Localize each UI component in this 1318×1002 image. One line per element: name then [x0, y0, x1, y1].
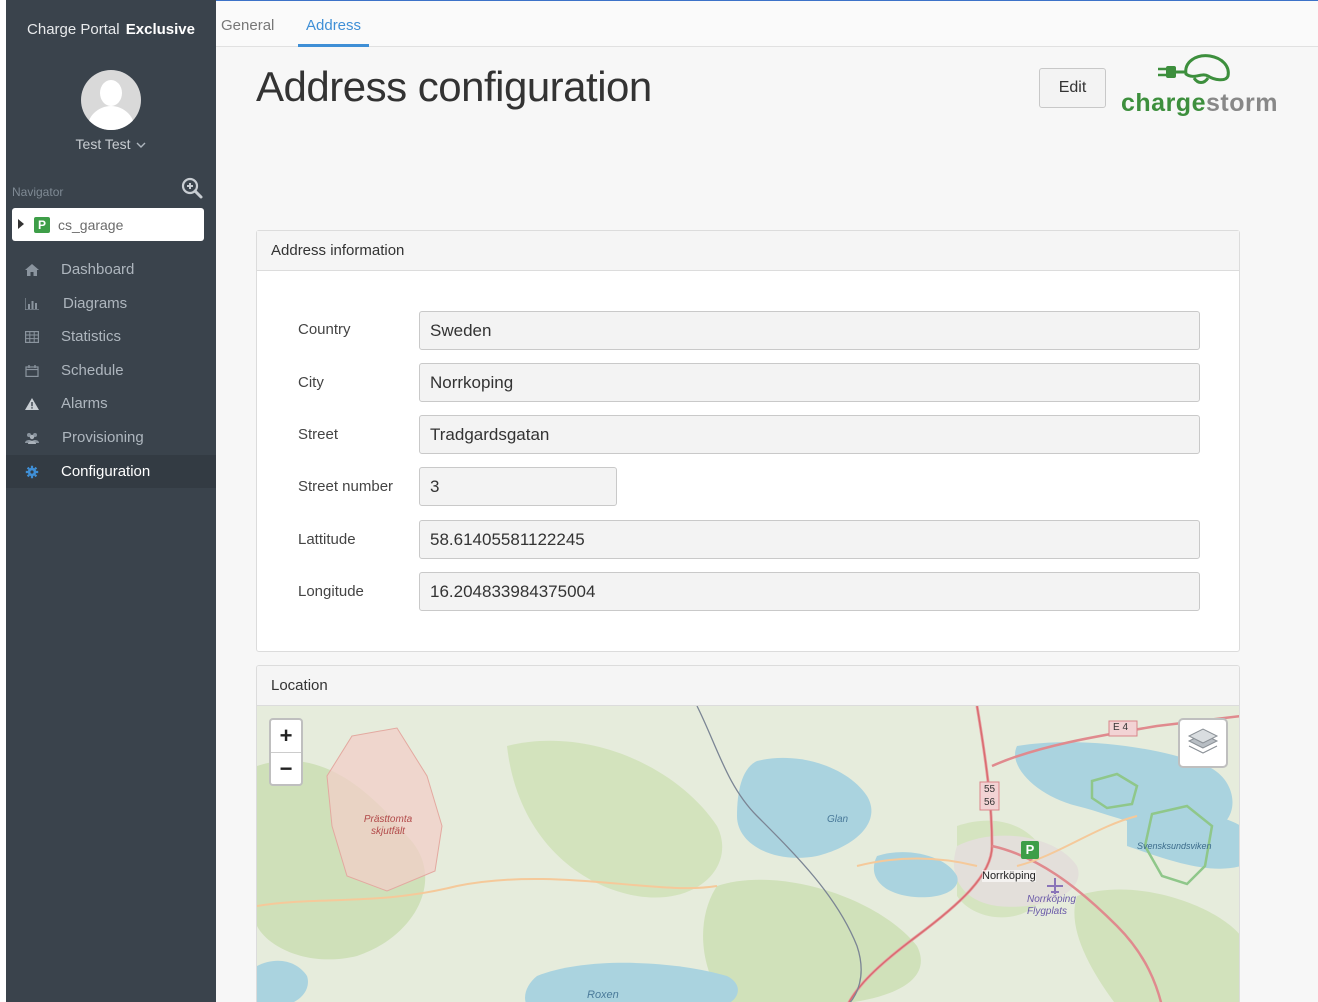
latitude-field[interactable] — [419, 520, 1200, 559]
sidebar-item-schedule[interactable]: Schedule — [6, 354, 216, 388]
map-label-bay: Svensksundsviken — [1137, 841, 1212, 851]
map-tiles — [257, 706, 1239, 1002]
map-zoom-out-button[interactable]: − — [271, 752, 301, 784]
road-shield-e4: E 4 — [1113, 722, 1129, 733]
warning-icon — [25, 398, 39, 411]
sidebar-item-label: Schedule — [61, 361, 124, 379]
sidebar-item-label: Alarms — [61, 395, 108, 413]
street-field[interactable] — [419, 415, 1200, 454]
plug-car-icon — [1158, 54, 1230, 84]
users-icon — [25, 432, 39, 444]
city-label: City — [298, 374, 324, 391]
country-field[interactable] — [419, 311, 1200, 350]
user-name: Test Test — [75, 136, 131, 152]
sidebar-item-label: Configuration — [61, 462, 151, 480]
home-icon — [25, 264, 39, 276]
logo-text-storm: storm — [1205, 89, 1278, 117]
tab-bar: General Address — [216, 0, 1318, 47]
address-information-panel: Address information Country City Street … — [256, 230, 1240, 652]
sidebar-item-configuration[interactable]: Configuration — [6, 454, 216, 489]
tab-general[interactable]: General — [221, 17, 274, 34]
street-label: Street — [298, 426, 339, 443]
brand-prefix: Charge Portal — [27, 21, 120, 38]
sidebar-item-label: Dashboard — [61, 261, 135, 278]
parking-marker[interactable]: P — [1021, 841, 1039, 859]
bar-chart-icon — [25, 297, 39, 310]
calendar-icon — [25, 364, 39, 377]
sidebar-item-label: Diagrams — [63, 294, 128, 312]
avatar[interactable] — [81, 70, 141, 130]
map[interactable]: Prästtomta skjutfält Glan Norrköping Nor… — [257, 706, 1239, 1002]
longitude-label: Longitude — [298, 583, 364, 600]
street-number-label: Street number — [298, 478, 394, 495]
sidebar-item-dashboard[interactable]: Dashboard — [6, 253, 216, 287]
chevron-down-icon — [136, 142, 146, 148]
location-panel: Location Prästtomta skjutfält Glan Norrk… — [256, 665, 1240, 1002]
sidebar-menu: Dashboard Diagrams Statistics Schedule A… — [6, 253, 216, 489]
sidebar-item-alarms[interactable]: Alarms — [6, 387, 216, 421]
parking-marker-label: P — [1025, 842, 1035, 857]
map-zoom-control: + − — [269, 718, 303, 786]
logo-text: chargestorm — [1121, 89, 1278, 118]
map-label-airport: Norrköping Flygplats — [1027, 894, 1076, 917]
sidebar-item-statistics[interactable]: Statistics — [6, 320, 216, 354]
avatar-head — [100, 80, 122, 106]
map-layers-button[interactable] — [1178, 718, 1228, 768]
logo-text-charge: charge — [1121, 89, 1206, 117]
parking-icon: P — [34, 217, 50, 233]
road-shield-55: 55 — [984, 784, 996, 795]
table-icon — [25, 331, 39, 344]
map-label-range: Prästtomta skjutfält — [363, 814, 413, 837]
caret-right-icon — [18, 219, 24, 229]
brand-strong: Exclusive — [125, 21, 195, 38]
navigator-label: Navigator — [12, 185, 64, 199]
sidebar-item-provisioning[interactable]: Provisioning — [6, 421, 216, 455]
site-selector[interactable]: P cs_garage — [12, 208, 204, 241]
site-name: cs_garage — [58, 217, 124, 233]
map-label-lake-roxen: Roxen — [587, 989, 619, 1001]
country-label: Country — [298, 321, 351, 338]
sidebar-item-diagrams[interactable]: Diagrams — [6, 287, 216, 321]
zoom-in-icon[interactable] — [180, 176, 204, 200]
sidebar: Charge Portal Exclusive Test Test Naviga… — [6, 0, 216, 1002]
road-shield-56: 56 — [984, 797, 996, 808]
edit-button[interactable]: Edit — [1039, 68, 1106, 108]
gear-icon — [25, 465, 39, 478]
active-tab-indicator — [298, 44, 369, 47]
longitude-field[interactable] — [419, 572, 1200, 611]
map-label-lake-glan: Glan — [827, 814, 849, 825]
panel-title: Location — [257, 666, 1239, 706]
avatar-shoulders — [87, 106, 135, 130]
sidebar-item-label: Provisioning — [62, 428, 144, 446]
tab-address[interactable]: Address — [306, 17, 361, 34]
map-zoom-in-button[interactable]: + — [271, 720, 301, 752]
street-number-field[interactable] — [419, 467, 617, 506]
city-field[interactable] — [419, 363, 1200, 402]
sidebar-item-label: Statistics — [61, 328, 122, 346]
latitude-label: Lattitude — [298, 531, 356, 548]
user-menu[interactable]: Test Test — [6, 136, 216, 152]
layers-icon — [1187, 728, 1219, 754]
panel-title: Address information — [257, 231, 1239, 271]
page-title: Address configuration — [256, 63, 652, 110]
map-label-city: Norrköping — [982, 870, 1036, 882]
app-brand: Charge Portal Exclusive — [6, 0, 216, 60]
chargestorm-logo: chargestorm — [1120, 48, 1280, 122]
